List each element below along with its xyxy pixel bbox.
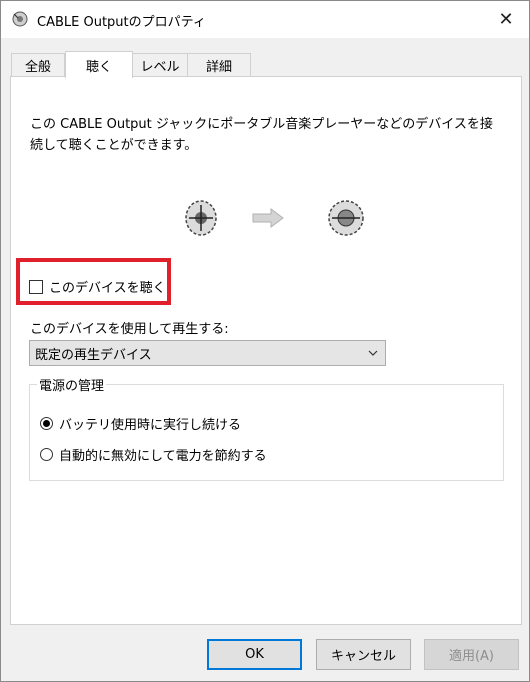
tab-advanced[interactable]: 詳細 — [187, 53, 251, 77]
window-title: CABLE Outputのプロパティ — [37, 15, 206, 30]
jack-icon — [183, 198, 219, 242]
power-management-group: 電源の管理 バッテリ使用時に実行し続ける 自動的に無効にして電力を節約する — [29, 375, 504, 481]
ok-button[interactable]: OK — [207, 639, 302, 670]
radio-auto-disable-button[interactable] — [40, 448, 53, 461]
properties-window: CABLE Outputのプロパティ ✕ 全般 聴く レベル 詳細 この CAB… — [0, 0, 530, 682]
radio-keep-running[interactable]: バッテリ使用時に実行し続ける — [40, 414, 241, 433]
radio-keep-running-label: バッテリ使用時に実行し続ける — [59, 418, 242, 433]
arrow-right-icon — [251, 207, 285, 233]
title-bar: CABLE Outputのプロパティ ✕ — [1, 1, 529, 38]
radio-keep-running-button[interactable] — [40, 417, 53, 430]
playback-device-select[interactable]: 既定の再生デバイス — [29, 340, 386, 366]
close-button[interactable]: ✕ — [483, 1, 529, 38]
listen-checkbox-label: このデバイスを聴く — [49, 281, 166, 296]
playback-device-value: 既定の再生デバイス — [35, 347, 152, 363]
tab-listen[interactable]: 聴く — [65, 51, 133, 78]
listen-description: この CABLE Output ジャックにポータブル音楽プレーヤーなどのデバイス… — [30, 117, 493, 153]
playback-device-label: このデバイスを使用して再生する: — [30, 322, 229, 337]
radio-auto-disable[interactable]: 自動的に無効にして電力を節約する — [40, 445, 267, 464]
apply-button[interactable]: 適用(A) — [424, 639, 519, 670]
listen-panel: この CABLE Output ジャックにポータブル音楽プレーヤーなどのデバイス… — [10, 76, 522, 625]
chevron-down-icon — [367, 347, 379, 363]
close-icon: ✕ — [498, 9, 514, 30]
cancel-button[interactable]: キャンセル — [316, 639, 411, 670]
listen-checkbox[interactable] — [29, 279, 43, 294]
radio-auto-disable-label: 自動的に無効にして電力を節約する — [59, 449, 267, 464]
speaker-device-icon — [326, 198, 366, 242]
listen-checkbox-row[interactable]: このデバイスを聴く — [29, 277, 166, 296]
speaker-icon — [11, 10, 29, 28]
power-management-legend: 電源の管理 — [37, 375, 107, 394]
tab-levels[interactable]: レベル — [131, 53, 189, 77]
tab-general[interactable]: 全般 — [11, 53, 65, 77]
